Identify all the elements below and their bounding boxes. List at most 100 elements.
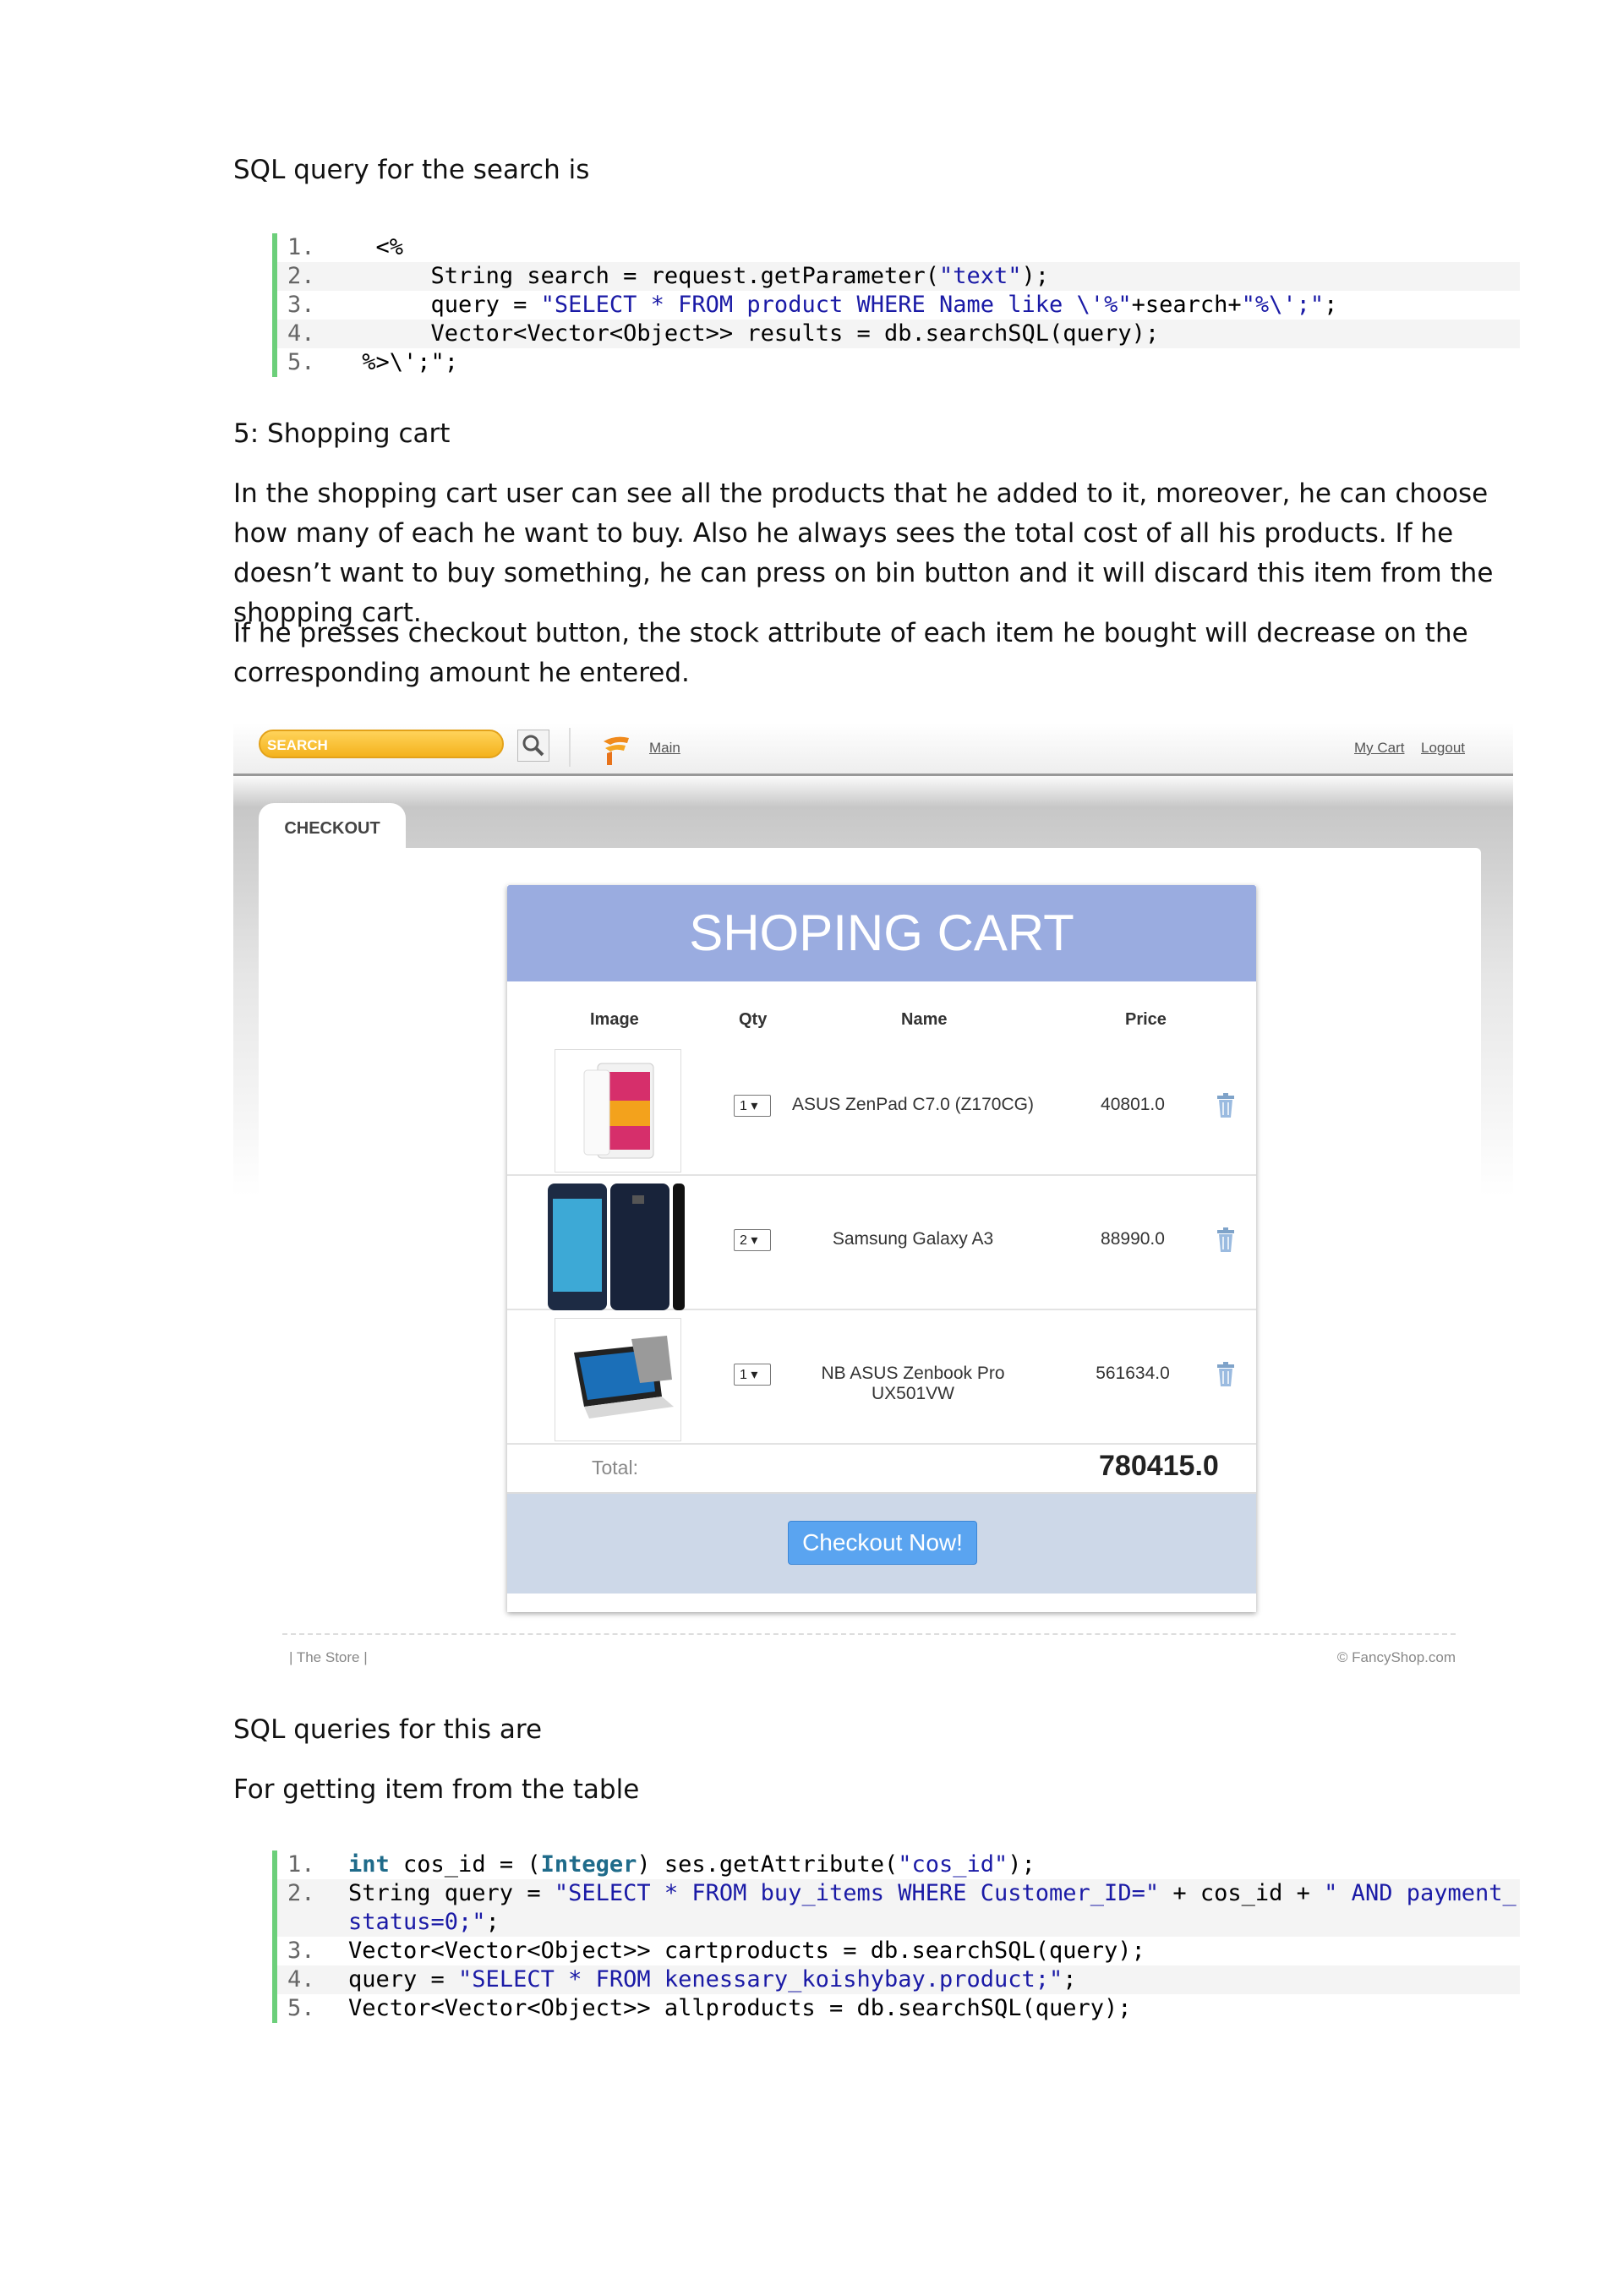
line-number: 5. (287, 1995, 315, 2021)
cart-item-row: 1 ▾ NB ASUS Zenbook Pro UX501VW 561634.0 (507, 1309, 1256, 1445)
tablet-image (583, 1063, 654, 1159)
fancyshop-logo-icon (604, 736, 629, 765)
code-plain: String search = request.getParameter( (348, 263, 939, 289)
code-line: 5. %>\';"; (277, 348, 1520, 377)
column-header-image: Image (590, 1010, 639, 1029)
code-plain: + cos_id + (1159, 1880, 1325, 1906)
code-text: String search = request.getParameter("te… (348, 262, 1520, 291)
topbar-divider (569, 728, 571, 767)
cart-item-row: 2 ▾ Samsung Galaxy A3 88990.0 (507, 1175, 1256, 1310)
cart-item-row: 1 ▾ ASUS ZenPad C7.0 (Z170CG) 40801.0 (507, 1041, 1256, 1176)
paragraph-getting-items: For getting item from the table (233, 1774, 640, 1805)
code-block-cart-queries: 1. int cos_id = (Integer) ses.getAttribu… (272, 1850, 1520, 2023)
code-plain: cos_id = ( (389, 1851, 541, 1878)
line-number: 5. (287, 349, 315, 375)
nav-my-cart-link[interactable]: My Cart (1354, 740, 1405, 757)
product-price: 88990.0 (1101, 1229, 1165, 1249)
total-value: 780415.0 (1099, 1450, 1219, 1482)
trash-bin-icon[interactable] (1216, 1093, 1236, 1118)
code-line: 4. query = "SELECT * FROM kenessary_kois… (277, 1965, 1520, 1994)
paragraph-cart-description: In the shopping cart user can see all th… (233, 478, 1494, 628)
laptop-image (574, 1336, 674, 1419)
paragraph-search-query-intro: SQL query for the search is (233, 155, 590, 185)
code-plain: query = (348, 1966, 459, 1993)
code-text: query = "SELECT * FROM product WHERE Nam… (348, 291, 1520, 320)
tab-checkout[interactable]: CHECKOUT (259, 803, 406, 854)
code-text: query = "SELECT * FROM kenessary_koishyb… (348, 1965, 1520, 1994)
checkout-now-button[interactable]: Checkout Now! (788, 1521, 977, 1565)
code-plain: ) ses.getAttribute( (637, 1851, 899, 1878)
code-plain: String query = (348, 1880, 555, 1906)
code-block-search: 1. <% 2. String search = request.getPara… (272, 233, 1520, 377)
nav-logout-link[interactable]: Logout (1421, 740, 1465, 757)
footer-store-link[interactable]: | The Store | (289, 1649, 368, 1666)
footer-divider (282, 1633, 1456, 1635)
code-plain: ; (1324, 292, 1338, 318)
line-number: 1. (287, 234, 315, 260)
code-text: Vector<Vector<Object>> allproducts = db.… (348, 1995, 1132, 2021)
nav-main-link[interactable]: Main (649, 740, 680, 757)
product-price: 40801.0 (1101, 1095, 1165, 1114)
trash-bin-icon[interactable] (1216, 1362, 1236, 1387)
code-plain: ); (1021, 263, 1050, 289)
search-input[interactable]: SEARCH (259, 730, 504, 758)
line-number: 2. (287, 1880, 315, 1906)
code-plain: ); (1008, 1851, 1036, 1878)
product-price: 561634.0 (1096, 1364, 1170, 1383)
code-string: "SELECT * FROM product WHERE Name like \… (540, 292, 1132, 318)
code-keyword: Integer (540, 1851, 637, 1878)
code-plain: ; (1063, 1966, 1077, 1993)
quantity-select[interactable]: 1 ▾ (734, 1095, 771, 1117)
total-label: Total: (592, 1457, 638, 1479)
code-string: "cos_id" (898, 1851, 1008, 1878)
code-text: String query = "SELECT * FROM buy_items … (348, 1879, 1520, 1937)
code-text: Vector<Vector<Object>> results = db.sear… (348, 320, 1160, 347)
code-line: 1. int cos_id = (Integer) ses.getAttribu… (277, 1850, 1520, 1879)
code-string: "SELECT * FROM buy_items WHERE Customer_… (554, 1880, 1160, 1906)
product-name: ASUS ZenPad C7.0 (Z170CG) (792, 1095, 1034, 1114)
quantity-select[interactable]: 2 ▾ (734, 1229, 771, 1251)
paragraph-sql-queries-intro: SQL queries for this are (233, 1714, 543, 1745)
section-heading-shopping-cart: 5: Shopping cart (233, 418, 451, 449)
code-line: 3. query = "SELECT * FROM product WHERE … (277, 291, 1520, 320)
line-number: 4. (287, 320, 315, 347)
product-name: Samsung Galaxy A3 (832, 1229, 994, 1249)
column-header-qty: Qty (739, 1010, 768, 1029)
code-line: 5. Vector<Vector<Object>> allproducts = … (277, 1994, 1520, 2023)
search-button[interactable] (517, 730, 549, 762)
line-number: 3. (287, 292, 315, 318)
search-icon (522, 735, 544, 757)
code-line: 3. Vector<Vector<Object>> cartproducts =… (277, 1937, 1520, 1965)
product-name: NB ASUS Zenbook Pro UX501VW (821, 1364, 1005, 1403)
line-number: 2. (287, 263, 315, 289)
product-image[interactable] (555, 1318, 681, 1441)
paragraph-checkout-description: If he presses checkout button, the stock… (233, 618, 1468, 688)
code-plain: ; (485, 1909, 500, 1935)
checkout-area: Checkout Now! (507, 1494, 1256, 1594)
code-string: "text" (939, 263, 1022, 289)
code-text: %>\';"; (348, 349, 459, 375)
code-text: <% (348, 234, 404, 260)
code-line: 4. Vector<Vector<Object>> results = db.s… (277, 320, 1520, 348)
code-text: Vector<Vector<Object>> cartproducts = db… (348, 1938, 1145, 1964)
column-header-price: Price (1125, 1010, 1167, 1029)
column-header-name: Name (901, 1010, 948, 1029)
code-text: int cos_id = (Integer) ses.getAttribute(… (348, 1850, 1520, 1879)
line-number: 4. (287, 1966, 315, 1993)
code-line: 2. String search = request.getParameter(… (277, 262, 1520, 291)
shopping-cart: SHOPING CART Image Qty Name Price 1 ▾ AS… (507, 885, 1256, 1612)
code-line: 2. String query = "SELECT * FROM buy_ite… (277, 1879, 1520, 1937)
code-keyword: int (348, 1851, 390, 1878)
phone-image (548, 1184, 685, 1310)
product-image[interactable] (555, 1049, 681, 1173)
product-image[interactable] (544, 1184, 690, 1310)
shop-topbar: SEARCH Main My Cart Logout (233, 723, 1513, 776)
code-string: "SELECT * FROM kenessary_koishybay.produ… (458, 1966, 1063, 1993)
quantity-select[interactable]: 1 ▾ (734, 1364, 771, 1386)
code-string: "%\';" (1241, 292, 1325, 318)
line-number: 3. (287, 1938, 315, 1964)
trash-bin-icon[interactable] (1216, 1227, 1236, 1253)
footer-copyright: © FancyShop.com (1336, 1649, 1456, 1665)
total-row: Total: 780415.0 (507, 1443, 1256, 1494)
shop-screenshot: SEARCH Main My Cart Logout CHECKOUT SHOP… (233, 723, 1513, 1686)
